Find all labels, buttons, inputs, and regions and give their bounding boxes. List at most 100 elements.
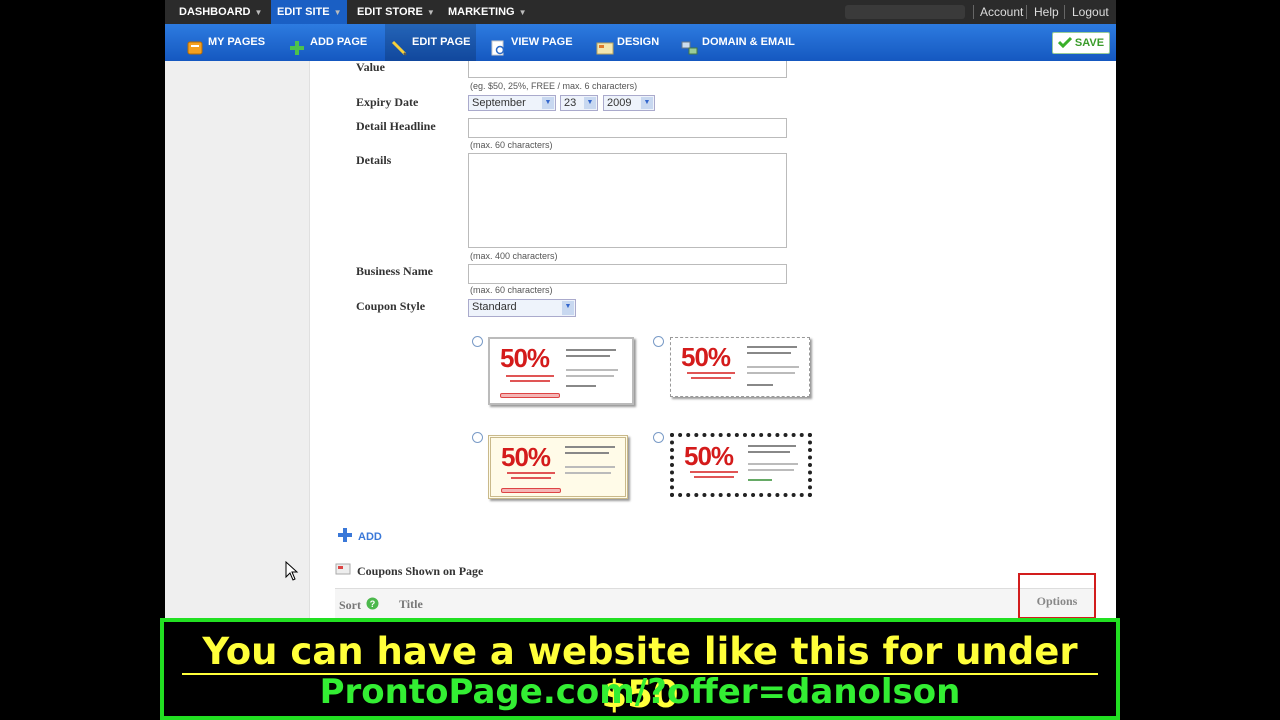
nav-marketing-label: MARKETING <box>448 6 515 18</box>
coupon-style-select[interactable]: Standard ▼ <box>468 299 576 317</box>
coupons-list-header: Coupons Shown on Page <box>335 562 483 580</box>
logout-link[interactable]: Logout <box>1072 0 1109 24</box>
coupon-text-line <box>747 366 799 368</box>
coupon-discount-text: 50% <box>681 342 731 372</box>
nav-edit-site[interactable]: EDIT SITE ▼ <box>271 0 348 24</box>
divider <box>1026 5 1027 19</box>
domain-email-button[interactable]: DOMAIN & EMAIL <box>681 24 795 61</box>
promo-banner: You can have a website like this for und… <box>160 618 1120 720</box>
expiry-day-select[interactable]: 23 ▼ <box>560 95 598 111</box>
user-name-redacted <box>845 5 965 19</box>
coupon-style-preview-1[interactable]: 50% <box>488 337 634 405</box>
coupon-text-line <box>566 369 618 371</box>
chevron-down-icon: ▼ <box>254 8 263 17</box>
coupons-list-title: Coupons Shown on Page <box>357 563 484 578</box>
save-button[interactable]: SAVE <box>1052 32 1110 54</box>
mouse-cursor-icon <box>285 560 299 581</box>
coupon-subline <box>511 477 551 479</box>
save-label: SAVE <box>1074 37 1105 49</box>
coupon-text-line <box>565 466 615 468</box>
coupon-text-line <box>566 385 596 387</box>
my-pages-label: MY PAGES <box>208 36 266 48</box>
sort-label: Sort <box>339 598 361 612</box>
plus-icon <box>289 35 305 55</box>
domain-email-label: DOMAIN & EMAIL <box>702 36 795 48</box>
coupon-style-radio-3[interactable] <box>472 432 483 443</box>
options-label: Options <box>1036 594 1078 608</box>
coupon-discount-text: 50% <box>500 343 550 373</box>
add-coupon-link[interactable]: ADD <box>338 528 382 545</box>
view-page-button[interactable]: VIEW PAGE <box>490 24 573 61</box>
chevron-down-icon: ▼ <box>426 8 435 17</box>
checkmark-icon <box>1057 36 1072 51</box>
expiry-month-value: September <box>472 97 526 109</box>
coupon-text-line <box>565 446 615 448</box>
chevron-down-icon: ▼ <box>333 8 342 17</box>
nav-edit-store-label: EDIT STORE <box>357 6 423 18</box>
add-label: ADD <box>358 530 382 543</box>
coupon-style-preview-4[interactable]: 50% <box>670 433 812 497</box>
my-pages-icon <box>187 35 203 54</box>
coupon-text-line <box>565 452 609 454</box>
coupon-discount-text: 50% <box>501 442 551 472</box>
coupon-barcode <box>501 488 561 493</box>
divider <box>1064 5 1065 19</box>
coupon-text-line <box>566 375 614 377</box>
app-frame: DASHBOARD ▼ EDIT SITE ▼ EDIT STORE ▼ MARKET… <box>165 0 1116 720</box>
expiry-year-select[interactable]: 2009 ▼ <box>603 95 655 111</box>
value-label: Value <box>356 60 385 74</box>
title-column-header[interactable]: Title <box>399 597 423 612</box>
business-name-hint: (max. 60 characters) <box>470 285 553 295</box>
expiry-date-label: Expiry Date <box>356 95 419 109</box>
coupon-text-line <box>748 451 790 453</box>
coupon-style-preview-2[interactable]: 50% <box>670 337 810 397</box>
coupon-style-radio-1[interactable] <box>472 336 483 347</box>
coupon-list-icon <box>335 562 351 580</box>
options-column-header[interactable]: Options <box>1018 573 1096 619</box>
left-sidebar <box>165 61 310 621</box>
help-link[interactable]: Help <box>1034 0 1059 24</box>
coupon-text-line <box>566 349 616 351</box>
nav-edit-site-label: EDIT SITE <box>277 6 330 18</box>
expiry-month-select[interactable]: September ▼ <box>468 95 556 111</box>
details-textarea[interactable] <box>468 153 787 248</box>
coupon-text-line <box>748 445 796 447</box>
pencil-icon <box>391 35 407 56</box>
coupon-style-radio-4[interactable] <box>653 432 664 443</box>
banner-url[interactable]: ProntoPage.com/?offer=danolson <box>164 672 1116 712</box>
coupon-style-radio-2[interactable] <box>653 336 664 347</box>
nav-marketing[interactable]: MARKETING ▼ <box>442 0 533 24</box>
value-hint: (eg. $50, 25%, FREE / max. 6 characters) <box>470 81 638 91</box>
design-button[interactable]: DESIGN <box>596 24 659 61</box>
my-pages-button[interactable]: MY PAGES <box>187 24 265 61</box>
detail-headline-input[interactable] <box>468 118 787 138</box>
domain-icon <box>681 35 698 54</box>
nav-edit-store[interactable]: EDIT STORE ▼ <box>351 0 441 24</box>
edit-page-button[interactable]: EDIT PAGE <box>385 24 477 61</box>
expiry-day-value: 23 <box>564 97 577 109</box>
coupon-subline <box>687 372 735 374</box>
sort-column-header[interactable]: Sort ? <box>339 597 379 614</box>
coupon-text-line <box>747 384 773 386</box>
add-page-button[interactable]: ADD PAGE <box>289 24 367 61</box>
nav-dashboard[interactable]: DASHBOARD ▼ <box>173 0 268 24</box>
help-icon[interactable]: ? <box>366 597 379 614</box>
coupon-text-line <box>748 469 794 471</box>
detail-headline-label: Detail Headline <box>356 119 436 133</box>
add-page-label: ADD PAGE <box>310 36 368 48</box>
coupon-text-line <box>565 472 611 474</box>
coupon-subline <box>694 476 734 478</box>
business-name-input[interactable] <box>468 264 787 284</box>
value-input[interactable] <box>468 61 787 78</box>
chevron-down-icon: ▼ <box>542 97 554 109</box>
chevron-down-icon: ▼ <box>518 8 527 17</box>
chevron-down-icon: ▼ <box>562 301 574 315</box>
coupons-table-header: Sort ? Title <box>335 588 1095 620</box>
coupon-style-preview-3[interactable]: 50% <box>488 435 628 499</box>
expiry-year-value: 2009 <box>607 97 632 109</box>
chevron-down-icon: ▼ <box>584 97 596 109</box>
svg-text:?: ? <box>370 599 376 609</box>
details-label: Details <box>356 153 392 167</box>
account-link[interactable]: Account <box>980 0 1023 24</box>
coupon-subline <box>690 471 738 473</box>
